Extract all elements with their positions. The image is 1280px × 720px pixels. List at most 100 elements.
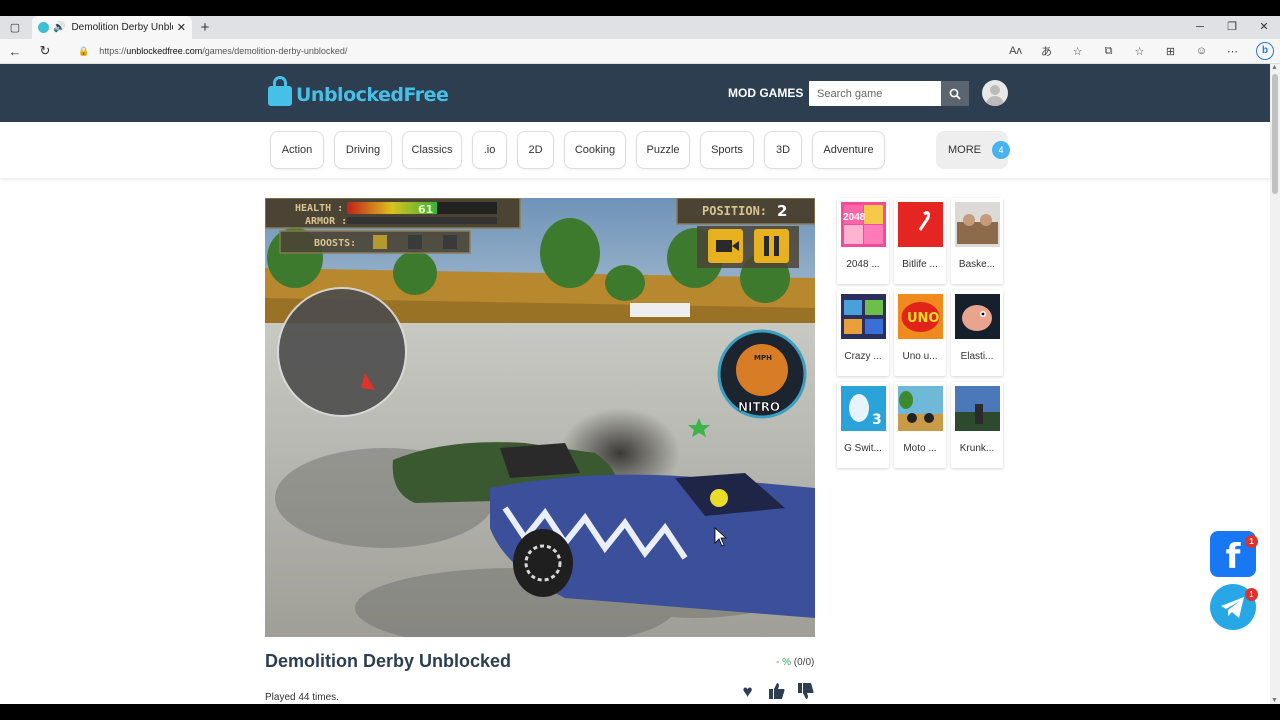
translate-icon[interactable]: あ bbox=[1031, 43, 1062, 59]
thumb-krunker bbox=[955, 386, 1000, 431]
category-adventure[interactable]: Adventure bbox=[812, 131, 885, 169]
game-card-label: 2048 ... bbox=[846, 259, 880, 270]
more-label: MORE bbox=[948, 144, 981, 156]
played-count: Played 44 times. bbox=[265, 692, 339, 703]
search-input[interactable] bbox=[809, 81, 941, 106]
category-puzzle[interactable]: Puzzle bbox=[636, 131, 690, 169]
game-card-elastic[interactable]: Elasti... bbox=[951, 290, 1003, 376]
svg-text:3: 3 bbox=[872, 412, 882, 428]
logo-text: UnblockedFree bbox=[296, 84, 449, 106]
game-title: Demolition Derby Unblocked bbox=[265, 651, 512, 671]
url-host: unblockedfree.com bbox=[126, 46, 203, 56]
browser-tab[interactable]: 🔊 Demolition Derby Unblocke ✕ bbox=[32, 16, 192, 39]
close-window-icon[interactable]: ✕ bbox=[1248, 16, 1280, 39]
category-io[interactable]: .io bbox=[472, 131, 507, 169]
svg-text:2048: 2048 bbox=[843, 212, 866, 223]
nitro-label: NITRO bbox=[738, 400, 780, 414]
reload-icon[interactable]: ↻ bbox=[30, 43, 60, 59]
game-card-basket[interactable]: Baske... bbox=[951, 198, 1003, 284]
back-icon[interactable]: ← bbox=[0, 44, 30, 59]
rating-summary: - % (0/0) bbox=[776, 657, 814, 668]
speedometer-mph-label: MPH bbox=[754, 354, 772, 362]
tab-title: Demolition Derby Unblocke bbox=[71, 22, 172, 33]
game-card-label: G Swit... bbox=[844, 443, 882, 454]
pause-button[interactable] bbox=[754, 229, 789, 263]
minimize-icon[interactable]: ─ bbox=[1184, 16, 1216, 39]
speaker-icon[interactable]: 🔊 bbox=[53, 22, 65, 33]
thumb-crazy bbox=[841, 294, 886, 339]
thumbs-up-icon[interactable] bbox=[762, 682, 791, 705]
search-box bbox=[809, 81, 969, 106]
screen: ▢ 🔊 Demolition Derby Unblocke ✕ + ─ ❐ ✕ … bbox=[0, 0, 1280, 720]
game-card-crazy[interactable]: Crazy ... bbox=[837, 290, 889, 376]
category-action[interactable]: Action bbox=[270, 131, 324, 169]
game-canvas[interactable]: HEALTH : ARMOR : 61 BOOSTS: POSITION: 2 bbox=[265, 198, 815, 637]
tab-actions-icon[interactable]: ▢ bbox=[0, 16, 30, 39]
category-cooking[interactable]: Cooking bbox=[564, 131, 626, 169]
site-logo[interactable]: UnblockedFree bbox=[268, 76, 449, 106]
profile-icon[interactable]: ☺ bbox=[1186, 45, 1217, 57]
game-card-bitlife[interactable]: Bitlife ... bbox=[894, 198, 946, 284]
search-button[interactable] bbox=[941, 81, 969, 106]
window-controls: ─ ❐ ✕ bbox=[1184, 16, 1280, 39]
thumb-elastic bbox=[955, 294, 1000, 339]
more-options-icon[interactable]: ⋯ bbox=[1217, 45, 1248, 58]
facebook-share-button[interactable]: f 1 bbox=[1210, 531, 1258, 577]
bottom-letterbox bbox=[0, 704, 1280, 720]
game-card-gswitch[interactable]: 3 G Swit... bbox=[837, 382, 889, 468]
camera-button[interactable] bbox=[708, 229, 743, 263]
telegram-share-button[interactable]: 1 bbox=[1210, 584, 1258, 630]
hud-health-value: 61 bbox=[418, 203, 433, 216]
bing-copilot-icon[interactable]: b bbox=[1256, 42, 1274, 60]
url-path: /games/demolition-derby-unblocked/ bbox=[202, 46, 348, 56]
hud-health-label: HEALTH : bbox=[295, 203, 343, 214]
scrollbar-thumb[interactable] bbox=[1272, 74, 1278, 194]
lock-icon[interactable]: 🔒 bbox=[78, 46, 89, 57]
url-prefix: https:// bbox=[99, 46, 127, 56]
game-card-krunker[interactable]: Krunk... bbox=[951, 382, 1003, 468]
hud-position-value: 2 bbox=[777, 202, 787, 220]
top-letterbox bbox=[0, 0, 1280, 16]
category-3d[interactable]: 3D bbox=[764, 131, 802, 169]
site-header: UnblockedFree MOD GAMES bbox=[0, 64, 1270, 122]
scroll-down-icon[interactable]: ▼ bbox=[1271, 697, 1278, 704]
hud-armor-label: ARMOR : bbox=[305, 216, 347, 227]
game-card-label: Crazy ... bbox=[844, 351, 882, 362]
user-avatar[interactable] bbox=[982, 80, 1008, 106]
thumb-basket bbox=[955, 202, 1000, 247]
rating-count: (0/0) bbox=[793, 657, 815, 668]
rating-percent: - % bbox=[776, 657, 791, 668]
game-card-label: Bitlife ... bbox=[902, 259, 938, 270]
address-bar: ← ↻ 🔒 https://unblockedfree.com/games/de… bbox=[0, 39, 1280, 64]
favorite-star-icon[interactable]: ☆ bbox=[1062, 45, 1093, 58]
restore-icon[interactable]: ❐ bbox=[1216, 16, 1248, 39]
scroll-up-icon[interactable]: ▲ bbox=[1271, 64, 1278, 71]
url-field[interactable]: 🔒 https://unblockedfree.com/games/demoli… bbox=[78, 46, 1000, 57]
thumb-gswitch: 3 bbox=[841, 386, 886, 431]
favorite-heart-icon[interactable]: ♥ bbox=[733, 682, 762, 705]
favorites-icon[interactable]: ☆ bbox=[1124, 45, 1155, 58]
category-driving[interactable]: Driving bbox=[334, 131, 392, 169]
mod-games-link[interactable]: MOD GAMES bbox=[728, 86, 803, 100]
thumbs-down-icon[interactable] bbox=[791, 682, 820, 705]
page-scrollbar[interactable]: ▲ ▼ bbox=[1270, 64, 1280, 704]
more-categories-button[interactable]: MORE 4 bbox=[936, 131, 1010, 169]
category-2d[interactable]: 2D bbox=[517, 131, 554, 169]
category-classics[interactable]: Classics bbox=[402, 131, 462, 169]
browser-toolbar-icons: Aʌ あ ☆ ⧉ ☆ ⊞ ☺ ⋯ bbox=[1000, 43, 1248, 59]
collections-icon[interactable]: ⊞ bbox=[1155, 45, 1186, 58]
extensions-icon[interactable]: ⧉ bbox=[1093, 45, 1124, 58]
game-card-moto[interactable]: Moto ... bbox=[894, 382, 946, 468]
game-card-uno[interactable]: UNO Uno u... bbox=[894, 290, 946, 376]
game-scene: HEALTH : ARMOR : 61 BOOSTS: POSITION: 2 bbox=[265, 198, 815, 637]
game-actions: ♥ bbox=[733, 682, 820, 705]
svg-text:UNO: UNO bbox=[907, 311, 940, 326]
new-tab-button[interactable]: + bbox=[192, 19, 218, 36]
category-sports[interactable]: Sports bbox=[700, 131, 754, 169]
read-aloud-icon[interactable]: Aʌ bbox=[1000, 45, 1031, 57]
telegram-notification-badge: 1 bbox=[1245, 588, 1258, 601]
game-card-2048[interactable]: 2048 2048 ... bbox=[837, 198, 889, 284]
pause-icon bbox=[764, 236, 769, 256]
close-tab-icon[interactable]: ✕ bbox=[177, 21, 186, 34]
game-card-label: Krunk... bbox=[959, 443, 995, 454]
